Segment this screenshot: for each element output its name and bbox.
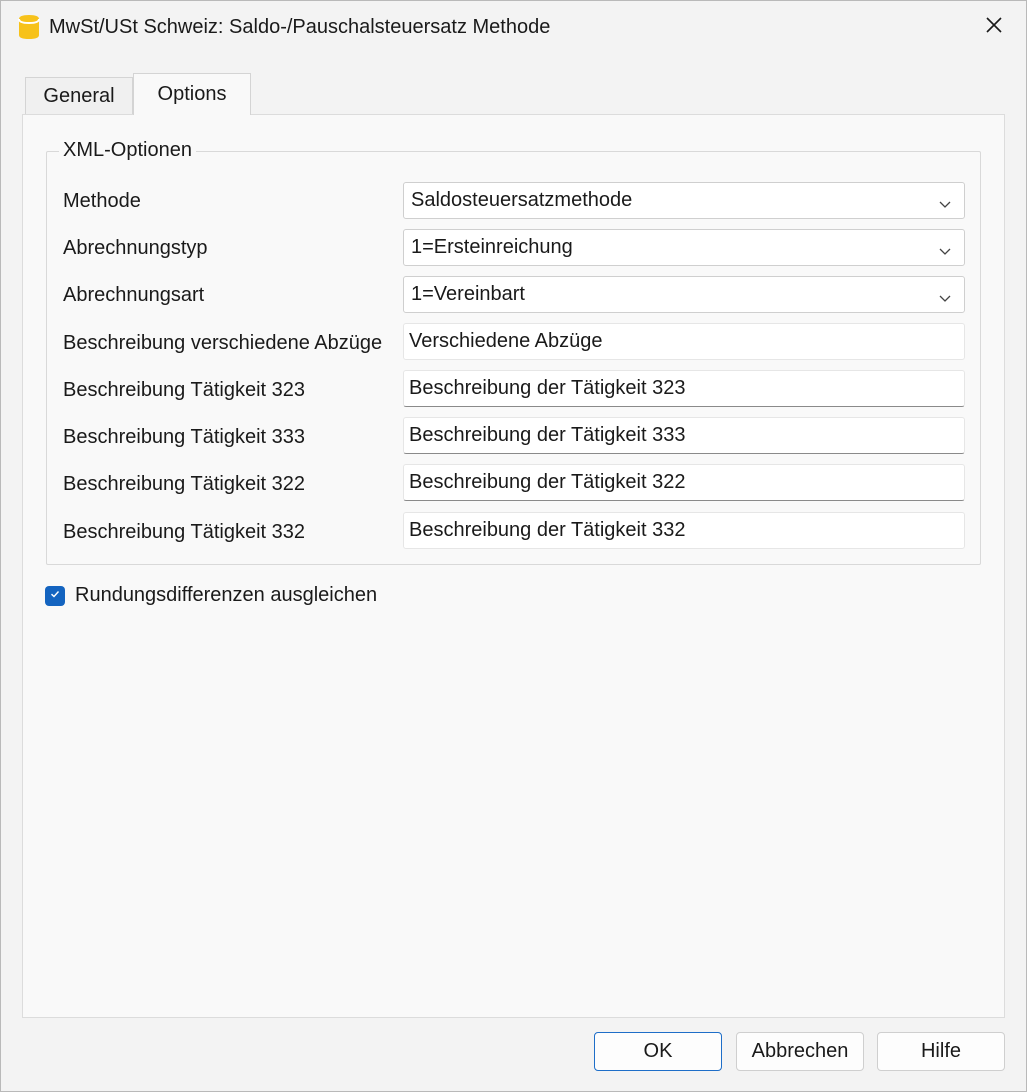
- window-title: MwSt/USt Schweiz: Saldo-/Pauschalsteuers…: [49, 16, 551, 38]
- database-cylinder-icon: [18, 14, 40, 40]
- rundung-checkbox[interactable]: [45, 585, 65, 606]
- beschreibung-323-field[interactable]: Beschreibung der Tätigkeit 323: [403, 370, 965, 407]
- beschreibung-323-value: Beschreibung der Tätigkeit 323: [409, 377, 686, 399]
- ok-button[interactable]: OK: [594, 1032, 722, 1071]
- beschreibung-322-field[interactable]: Beschreibung der Tätigkeit 322: [403, 464, 965, 501]
- chevron-down-icon: [938, 288, 952, 302]
- beschreibung-332-label: Beschreibung Tätigkeit 332: [63, 521, 306, 543]
- beschreibung-333-field[interactable]: Beschreibung der Tätigkeit 333: [403, 417, 965, 454]
- dialog-window: MwSt/USt Schweiz: Saldo-/Pauschalsteuers…: [0, 0, 1027, 1092]
- close-icon: [986, 16, 1002, 38]
- abrechnungstyp-value: 1=Ersteinreichung: [411, 236, 573, 258]
- cancel-button[interactable]: Abbrechen: [736, 1032, 864, 1071]
- beschreibung-323-label: Beschreibung Tätigkeit 323: [63, 379, 306, 401]
- abrechnungsart-value: 1=Vereinbart: [411, 283, 525, 305]
- beschreibung-333-label: Beschreibung Tätigkeit 333: [63, 426, 306, 448]
- beschreibung-332-value: Beschreibung der Tätigkeit 332: [409, 519, 686, 541]
- rundung-checkbox-label: Rundungsdifferenzen ausgleichen: [75, 584, 378, 606]
- chevron-down-icon: [938, 241, 952, 255]
- abrechnungsart-select[interactable]: 1=Vereinbart: [403, 276, 965, 313]
- help-button[interactable]: Hilfe: [877, 1032, 1005, 1071]
- checkmark-icon: [49, 587, 61, 605]
- methode-label: Methode: [63, 190, 141, 212]
- group-title: XML-Optionen: [59, 139, 196, 162]
- beschreibung-333-value: Beschreibung der Tätigkeit 333: [409, 424, 686, 446]
- rundung-checkbox-row[interactable]: Rundungsdifferenzen ausgleichen: [45, 584, 377, 607]
- methode-select[interactable]: Saldosteuersatzmethode: [403, 182, 965, 219]
- methode-value: Saldosteuersatzmethode: [411, 189, 633, 211]
- abrechnungstyp-select[interactable]: 1=Ersteinreichung: [403, 229, 965, 266]
- close-button[interactable]: [976, 11, 1012, 43]
- beschreibung-332-field[interactable]: Beschreibung der Tätigkeit 332: [403, 512, 965, 549]
- tab-general[interactable]: General: [25, 77, 133, 115]
- title-bar: MwSt/USt Schweiz: Saldo-/Pauschalsteuers…: [1, 1, 1026, 53]
- options-panel: XML-Optionen Methode Abrechnungstyp Abre…: [22, 114, 1005, 1018]
- chevron-down-icon: [938, 194, 952, 208]
- beschreibung-322-value: Beschreibung der Tätigkeit 322: [409, 471, 686, 493]
- beschreibung-322-label: Beschreibung Tätigkeit 322: [63, 473, 306, 495]
- beschreibung-abzuege-value: Verschiedene Abzüge: [409, 330, 603, 352]
- abrechnungstyp-label: Abrechnungstyp: [63, 237, 208, 259]
- beschreibung-abzuege-field[interactable]: Verschiedene Abzüge: [403, 323, 965, 360]
- tab-options[interactable]: Options: [133, 73, 251, 115]
- abrechnungsart-label: Abrechnungsart: [63, 284, 205, 306]
- beschreibung-abzuege-label: Beschreibung verschiedene Abzüge: [63, 332, 383, 354]
